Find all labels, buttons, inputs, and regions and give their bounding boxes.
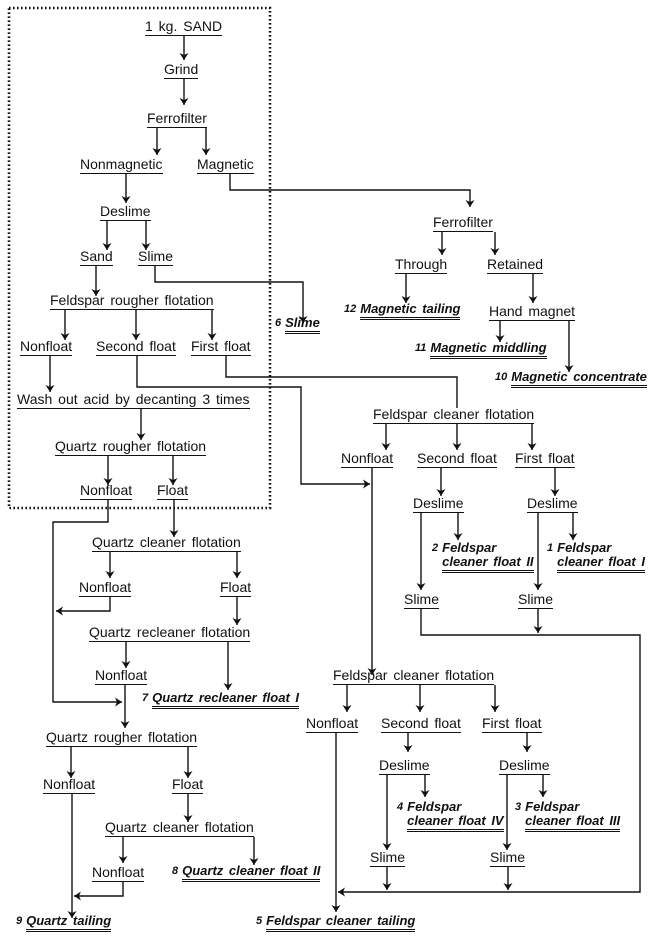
product-number: 4 bbox=[397, 801, 404, 813]
node-slime: Slime bbox=[370, 849, 406, 867]
product-number: 2 bbox=[432, 542, 439, 554]
node-grind: Grind bbox=[164, 61, 199, 79]
product-label-line1: Feldspar bbox=[442, 540, 497, 555]
product-number: 8 bbox=[172, 865, 179, 877]
node-nonfloat: Nonfloat bbox=[80, 482, 133, 500]
node-nonfloat: Nonfloat bbox=[95, 667, 148, 685]
product-number: 9 bbox=[16, 915, 23, 927]
product-label: Feldspar cleaner tailing bbox=[266, 914, 416, 932]
node-second-float: Second float bbox=[417, 450, 497, 468]
product-label-line1: Feldspar bbox=[525, 799, 580, 814]
node-nonmagnetic: Nonmagnetic bbox=[80, 156, 163, 174]
product-3: 3 Feldspar cleaner float III bbox=[515, 799, 621, 832]
product-label: Magnetic concentrate bbox=[511, 370, 647, 388]
product-label: Magnetic tailing bbox=[360, 302, 461, 320]
product-number: 7 bbox=[142, 692, 149, 704]
node-sand-fraction: Sand bbox=[80, 248, 113, 266]
node-float: Float bbox=[172, 776, 204, 794]
product-2: 2 Feldspar cleaner float II bbox=[432, 541, 534, 573]
product-number: 12 bbox=[344, 303, 357, 315]
node-nonfloat: Nonfloat bbox=[341, 450, 394, 468]
product-6: 6 Slime bbox=[275, 316, 320, 334]
node-slime: Slime bbox=[404, 591, 440, 609]
product-label-line2: cleaner float IV bbox=[407, 814, 504, 832]
node-first-float: First float bbox=[191, 338, 251, 356]
node-quartz-recleaner: Quartz recleaner flotation bbox=[89, 624, 251, 642]
product-label: Slime bbox=[285, 316, 320, 334]
node-deslime: Deslime bbox=[413, 495, 464, 513]
node-through: Through bbox=[395, 256, 448, 274]
arrow bbox=[136, 356, 370, 489]
product-label-line2: cleaner float II bbox=[442, 555, 534, 573]
node-deslime: Deslime bbox=[379, 757, 430, 775]
product-10: 10 Magnetic concentrate bbox=[495, 370, 647, 388]
node-first-float: First float bbox=[515, 450, 575, 468]
node-quartz-rougher: Quartz rougher flotation bbox=[46, 729, 198, 747]
product-number: 10 bbox=[495, 371, 508, 383]
product-label-line2: cleaner float III bbox=[525, 814, 621, 832]
node-hand-magnet: Hand magnet bbox=[489, 303, 576, 321]
arrow bbox=[74, 882, 124, 901]
node-second-float: Second float bbox=[96, 338, 176, 356]
node-quartz-cleaner: Quartz cleaner flotation bbox=[92, 534, 241, 552]
node-float: Float bbox=[157, 482, 189, 500]
node-feldspar-rougher: Feldspar rougher flotation bbox=[50, 292, 214, 310]
node-nonfloat: Nonfloat bbox=[20, 338, 73, 356]
product-number: 5 bbox=[256, 915, 263, 927]
product-label: Quartz recleaner float I bbox=[152, 691, 300, 709]
node-nonfloat: Nonfloat bbox=[306, 715, 359, 733]
node-slime: Slime bbox=[490, 849, 526, 867]
node-quartz-rougher: Quartz rougher flotation bbox=[55, 438, 207, 456]
product-11: 11 Magnetic middling bbox=[415, 341, 547, 359]
product-4: 4 Feldspar cleaner float IV bbox=[397, 800, 504, 832]
node-nonfloat: Nonfloat bbox=[79, 579, 132, 597]
node-second-float: Second float bbox=[381, 715, 461, 733]
node-sand: 1 kg. SAND bbox=[145, 18, 223, 36]
flowsheet-diagram: 1 kg. SAND Grind Ferrofilter Nonmagnetic… bbox=[0, 0, 650, 944]
node-retained: Retained bbox=[487, 256, 544, 274]
product-5: 5 Feldspar cleaner tailing bbox=[256, 914, 416, 932]
product-number: 6 bbox=[275, 317, 282, 329]
product-label-line1: Feldspar bbox=[557, 540, 612, 555]
node-slime: Slime bbox=[138, 248, 174, 266]
product-number: 1 bbox=[547, 542, 554, 554]
product-number: 3 bbox=[515, 801, 522, 813]
node-magnetic: Magnetic bbox=[197, 156, 254, 174]
arrow bbox=[229, 174, 475, 207]
node-deslime: Deslime bbox=[499, 757, 550, 775]
product-label: Quartz cleaner float II bbox=[182, 864, 321, 882]
node-quartz-cleaner: Quartz cleaner flotation bbox=[105, 819, 254, 837]
product-1: 1 Feldspar cleaner float I bbox=[547, 541, 645, 573]
node-ferrofilter: Ferrofilter bbox=[147, 110, 207, 128]
product-number: 11 bbox=[415, 342, 427, 354]
node-deslime: Deslime bbox=[100, 203, 151, 221]
product-label: Magnetic middling bbox=[430, 341, 547, 359]
node-feldspar-cleaner: Feldspar cleaner flotation bbox=[333, 667, 495, 685]
arrow bbox=[56, 597, 111, 616]
node-float: Float bbox=[220, 579, 252, 597]
connector-line bbox=[225, 356, 458, 408]
node-slime: Slime bbox=[518, 591, 554, 609]
product-label-line2: cleaner float I bbox=[557, 555, 645, 573]
node-deslime: Deslime bbox=[527, 495, 578, 513]
product-label: Quartz tailing bbox=[26, 914, 112, 932]
node-wash: Wash out acid by decanting 3 times bbox=[17, 391, 250, 409]
product-7: 7 Quartz recleaner float I bbox=[142, 691, 300, 709]
product-9: 9 Quartz tailing bbox=[16, 914, 112, 932]
node-nonfloat: Nonfloat bbox=[43, 776, 96, 794]
product-12: 12 Magnetic tailing bbox=[344, 302, 461, 320]
node-nonfloat: Nonfloat bbox=[92, 864, 145, 882]
product-8: 8 Quartz cleaner float II bbox=[172, 864, 321, 882]
node-feldspar-cleaner: Feldspar cleaner flotation bbox=[373, 406, 535, 424]
node-ferrofilter: Ferrofilter bbox=[433, 214, 493, 232]
product-label-line1: Feldspar bbox=[407, 799, 462, 814]
node-first-float: First float bbox=[482, 715, 542, 733]
